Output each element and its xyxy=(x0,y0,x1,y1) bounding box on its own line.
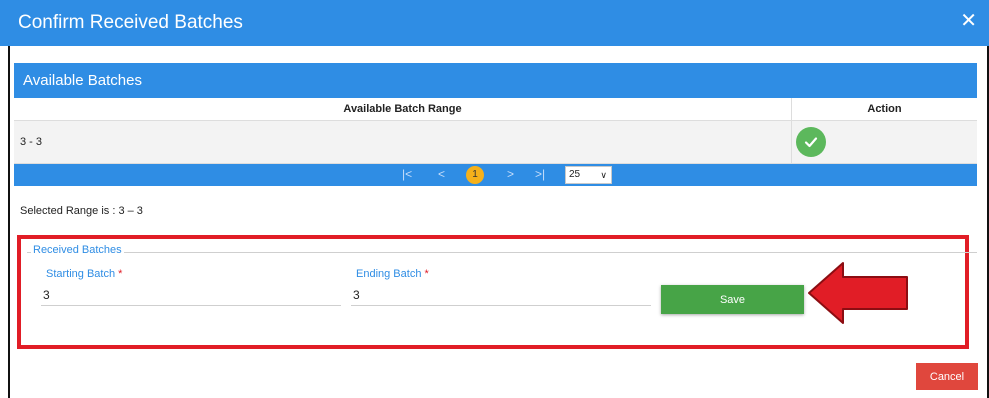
column-header-action: Action xyxy=(867,103,902,115)
ending-batch-label-text: Ending Batch xyxy=(356,268,422,280)
page-size-select[interactable]: 25 ∨ xyxy=(565,166,612,184)
available-batches-title: Available Batches xyxy=(23,72,142,89)
cancel-button[interactable]: Cancel xyxy=(916,363,978,390)
ending-batch-label: Ending Batch * xyxy=(356,268,429,280)
received-batches-fieldset xyxy=(27,252,977,253)
table-row: 3 - 3 xyxy=(14,121,977,164)
required-marker: * xyxy=(118,268,123,280)
dialog-titlebar: Confirm Received Batches ✕ xyxy=(0,0,989,46)
column-divider xyxy=(791,121,792,163)
page-number-current[interactable]: 1 xyxy=(466,166,484,184)
red-arrow-icon xyxy=(808,262,908,324)
next-page-icon[interactable]: > xyxy=(507,167,514,181)
table-header-row: Available Batch Range Action xyxy=(14,98,977,121)
save-button[interactable]: Save xyxy=(661,285,804,314)
available-batches-header: Available Batches xyxy=(14,63,977,98)
selected-range-text: Selected Range is : 3 – 3 xyxy=(20,205,143,217)
chevron-down-icon: ∨ xyxy=(600,170,607,180)
starting-batch-input[interactable] xyxy=(41,285,341,306)
check-circle-icon[interactable] xyxy=(796,127,826,157)
batch-range-cell: 3 - 3 xyxy=(20,136,43,148)
first-page-icon[interactable]: |< xyxy=(402,167,412,181)
column-header-range: Available Batch Range xyxy=(14,98,792,120)
starting-batch-label: Starting Batch * xyxy=(46,268,122,280)
starting-batch-label-text: Starting Batch xyxy=(46,268,116,280)
confirm-received-batches-dialog: Confirm Received Batches ✕ Available Bat… xyxy=(0,0,989,398)
page-size-value: 25 xyxy=(569,169,581,180)
last-page-icon[interactable]: >| xyxy=(535,167,545,181)
available-batches-table: Available Batch Range Action 3 - 3 xyxy=(14,98,977,164)
previous-page-icon[interactable]: < xyxy=(438,167,445,181)
received-batches-legend: Received Batches xyxy=(31,244,124,256)
dialog-title: Confirm Received Batches xyxy=(18,12,243,33)
dialog-border-left xyxy=(8,46,10,398)
required-marker: * xyxy=(424,268,429,280)
pagination-bar: |< < 1 > >| 25 ∨ xyxy=(14,164,977,186)
close-icon[interactable]: ✕ xyxy=(960,10,977,32)
ending-batch-input[interactable] xyxy=(351,285,651,306)
